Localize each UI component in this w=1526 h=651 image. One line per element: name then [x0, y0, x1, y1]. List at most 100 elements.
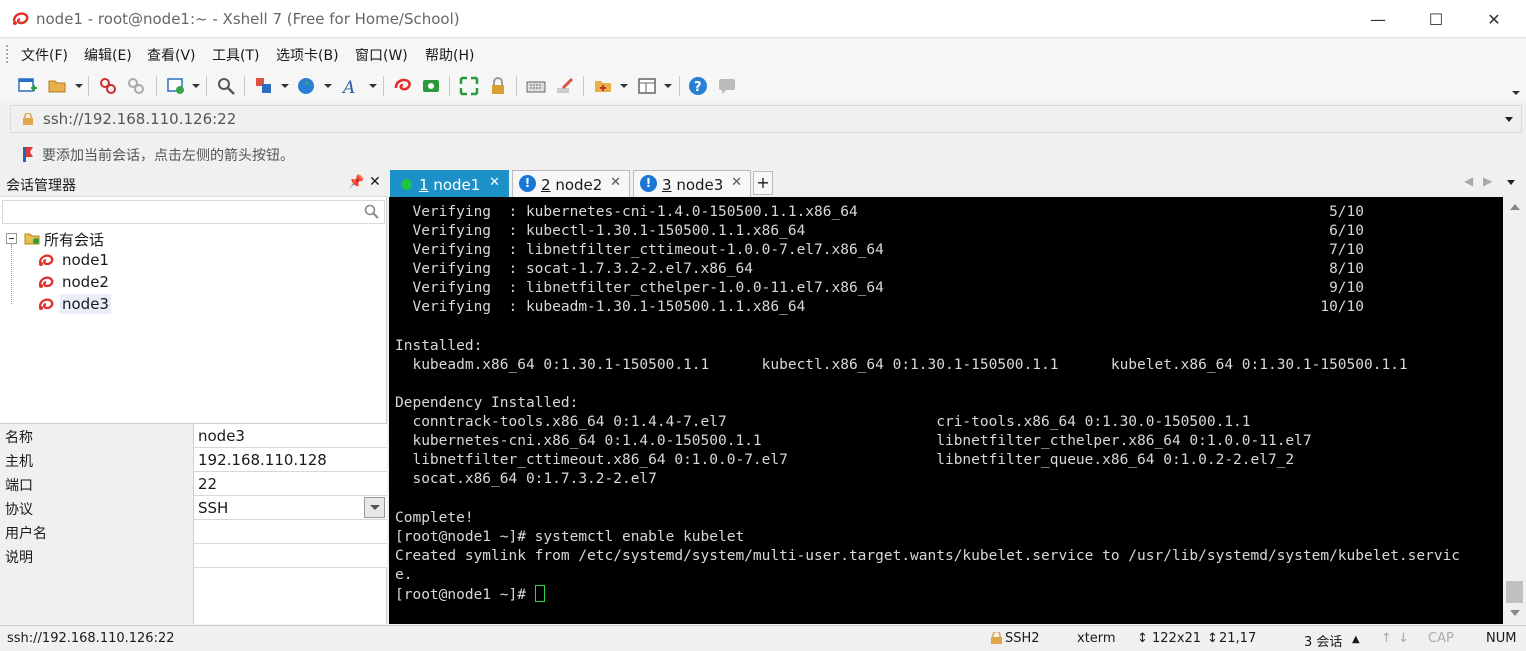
- font-dropdown-icon[interactable]: [369, 84, 377, 88]
- tab-label: 1 node1: [419, 176, 481, 194]
- session-manager-header: 会话管理器 📌 ✕: [0, 171, 387, 197]
- maximize-button[interactable]: ☐: [1407, 0, 1465, 38]
- font-icon[interactable]: A: [341, 76, 361, 96]
- toolbar-overflow-icon[interactable]: [1512, 91, 1520, 95]
- fullscreen-icon[interactable]: [459, 76, 479, 96]
- address-dropdown-icon[interactable]: [1505, 117, 1513, 122]
- status-caps: CAP: [1428, 631, 1454, 646]
- svg-text:?: ?: [694, 80, 702, 95]
- globe-icon[interactable]: [296, 76, 316, 96]
- help-icon[interactable]: ?: [688, 76, 708, 96]
- session-properties: 名称 node3 主机 192.168.110.128 端口 22 协议 SSH…: [0, 423, 387, 624]
- close-button[interactable]: ✕: [1465, 0, 1523, 38]
- scroll-up-icon[interactable]: [1510, 204, 1520, 210]
- new-folder-icon[interactable]: [593, 76, 613, 96]
- minimize-button[interactable]: —: [1349, 0, 1407, 38]
- tab-node1[interactable]: 1 node1 ✕: [390, 170, 509, 197]
- add-tab-button[interactable]: +: [753, 171, 773, 195]
- properties-icon[interactable]: [166, 76, 186, 96]
- toolbar-separator: [206, 76, 207, 96]
- menu-view[interactable]: 查看(V): [147, 45, 196, 65]
- session-icon: [38, 276, 54, 288]
- menu-file[interactable]: 文件(F): [21, 45, 68, 65]
- toolbar-separator: [383, 76, 384, 96]
- terminal-scrollbar[interactable]: [1503, 197, 1526, 624]
- session-manager-close-icon[interactable]: ✕: [369, 174, 381, 190]
- tab-node2[interactable]: ! 2 node2 ✕: [512, 170, 630, 197]
- protocol-dropdown-icon[interactable]: [364, 497, 385, 518]
- tab-prev-icon[interactable]: ◀: [1464, 174, 1473, 188]
- disconnect-icon[interactable]: [98, 76, 118, 96]
- prop-value[interactable]: node3: [198, 427, 245, 445]
- tree-item-node3[interactable]: node3: [20, 294, 130, 316]
- menu-grip[interactable]: [6, 45, 9, 63]
- terminal-line: conntrack-tools.x86_64 0:1.4.4-7.el7 cri…: [395, 414, 1251, 431]
- terminal-line: kubeadm.x86_64 0:1.30.1-150500.1.1 kubec…: [395, 356, 1408, 373]
- terminal-line: socat.x86_64 0:1.7.3.2-2.el7: [395, 471, 657, 488]
- tab-node3[interactable]: ! 3 node3 ✕: [633, 170, 751, 197]
- tile-dropdown-icon[interactable]: [664, 84, 672, 88]
- address-input[interactable]: ssh://192.168.110.126:22: [43, 110, 236, 128]
- hint-text: 要添加当前会话，点击左侧的箭头按钮。: [42, 148, 294, 164]
- terminal[interactable]: Verifying : kubernetes-cni-1.4.0-150500.…: [389, 197, 1503, 624]
- tab-close-icon[interactable]: ✕: [610, 175, 621, 190]
- terminal-line: Complete!: [395, 509, 474, 526]
- tile-icon[interactable]: [637, 76, 657, 96]
- arrow-up-icon[interactable]: ↑: [1381, 631, 1392, 646]
- sessions-up-icon[interactable]: ▲: [1352, 634, 1360, 645]
- terminal-line: libnetfilter_cttimeout.x86_64 0:1.0.0-7.…: [395, 452, 1295, 469]
- globe-dropdown-icon[interactable]: [324, 84, 332, 88]
- tree-item-label: node1: [62, 251, 109, 269]
- menu-help[interactable]: 帮助(H): [425, 45, 474, 65]
- tab-list-dropdown-icon[interactable]: [1507, 180, 1515, 185]
- toolbar-separator: [244, 76, 245, 96]
- protocol-select[interactable]: SSH: [198, 499, 228, 517]
- tree-item-node2[interactable]: node2: [20, 272, 130, 294]
- terminal-output: Verifying : kubernetes-cni-1.4.0-150500.…: [395, 203, 1460, 605]
- tree-item-node1[interactable]: node1: [20, 250, 130, 272]
- open-folder-icon[interactable]: [47, 76, 67, 96]
- menu-window[interactable]: 窗口(W): [355, 45, 408, 65]
- pin-icon[interactable]: 📌: [348, 175, 364, 190]
- session-search-input[interactable]: [2, 200, 385, 224]
- prop-key: 用户名: [0, 520, 194, 544]
- xshell-icon[interactable]: [393, 76, 413, 96]
- collapse-icon[interactable]: [6, 233, 17, 244]
- properties-dropdown-icon[interactable]: [192, 84, 200, 88]
- menu-edit[interactable]: 编辑(E): [84, 45, 132, 65]
- session-manager-title: 会话管理器: [6, 178, 76, 194]
- lock-icon[interactable]: [488, 76, 508, 96]
- tab-close-icon[interactable]: ✕: [731, 175, 742, 190]
- prop-value[interactable]: 22: [198, 475, 217, 493]
- tab-next-icon[interactable]: ▶: [1483, 174, 1492, 188]
- new-session-icon[interactable]: [17, 76, 37, 96]
- status-sessions[interactable]: 3 会话: [1304, 631, 1342, 650]
- prop-key: 说明: [0, 544, 194, 568]
- scroll-thumb[interactable]: [1506, 581, 1523, 603]
- tab-close-icon[interactable]: ✕: [489, 175, 500, 190]
- terminal-line: Created symlink from /etc/systemd/system…: [395, 547, 1461, 564]
- keyboard-icon[interactable]: [526, 76, 546, 96]
- find-icon[interactable]: [216, 76, 236, 96]
- layout-icon[interactable]: [254, 76, 274, 96]
- prop-value[interactable]: 192.168.110.128: [198, 451, 327, 469]
- open-dropdown-icon[interactable]: [75, 84, 83, 88]
- title-bar: node1 - root@node1:~ - Xshell 7 (Free fo…: [0, 0, 1526, 38]
- layout-dropdown-icon[interactable]: [281, 84, 289, 88]
- prop-row-name: 名称 node3: [0, 424, 387, 448]
- new-folder-dropdown-icon[interactable]: [620, 84, 628, 88]
- xftp-icon[interactable]: [421, 76, 441, 96]
- scroll-down-icon[interactable]: [1510, 610, 1520, 616]
- menu-tools[interactable]: 工具(T): [212, 45, 259, 65]
- arrow-down-icon[interactable]: ↓: [1398, 631, 1409, 646]
- search-icon[interactable]: [364, 204, 380, 220]
- compose-icon[interactable]: [555, 76, 575, 96]
- address-bar[interactable]: ssh://192.168.110.126:22: [10, 105, 1522, 133]
- reconnect-icon[interactable]: [126, 76, 146, 96]
- terminal-line: [root@node1 ~]# systemctl enable kubelet: [395, 528, 745, 545]
- toolbar-separator: [583, 76, 584, 96]
- menu-tabs[interactable]: 选项卡(B): [276, 45, 339, 65]
- chat-icon[interactable]: [717, 76, 737, 96]
- bookmark-flag-icon[interactable]: [22, 146, 36, 162]
